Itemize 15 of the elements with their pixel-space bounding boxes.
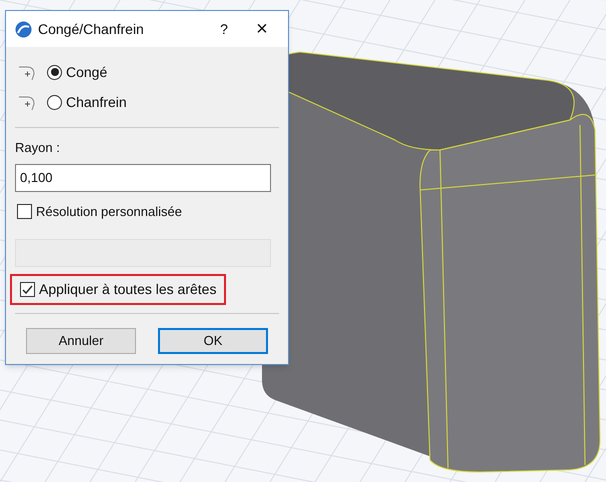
custom-resolution-checkbox-row[interactable]: Résolution personnalisée bbox=[15, 202, 279, 221]
help-button[interactable]: ? bbox=[209, 18, 239, 40]
window-title: Congé/Chanfrein bbox=[38, 20, 145, 39]
radius-input-field[interactable]: 0,100 bbox=[15, 164, 271, 192]
checkmark-icon bbox=[22, 284, 33, 295]
app-logo-icon bbox=[15, 20, 32, 38]
dialog-button[interactable]: Annuler bbox=[26, 328, 136, 354]
radius-label: Rayon : bbox=[15, 139, 61, 157]
radio-option[interactable]: Chanfrein bbox=[47, 92, 127, 112]
checkbox[interactable] bbox=[17, 204, 32, 219]
apply-all-edges-checkbox-row[interactable]: Appliquer à toutes les arêtes bbox=[10, 274, 226, 305]
radio-option[interactable]: Congé bbox=[47, 62, 108, 82]
close-button[interactable]: × bbox=[245, 19, 279, 39]
checkbox[interactable] bbox=[20, 282, 35, 297]
dialog-button[interactable]: OK bbox=[158, 328, 268, 354]
